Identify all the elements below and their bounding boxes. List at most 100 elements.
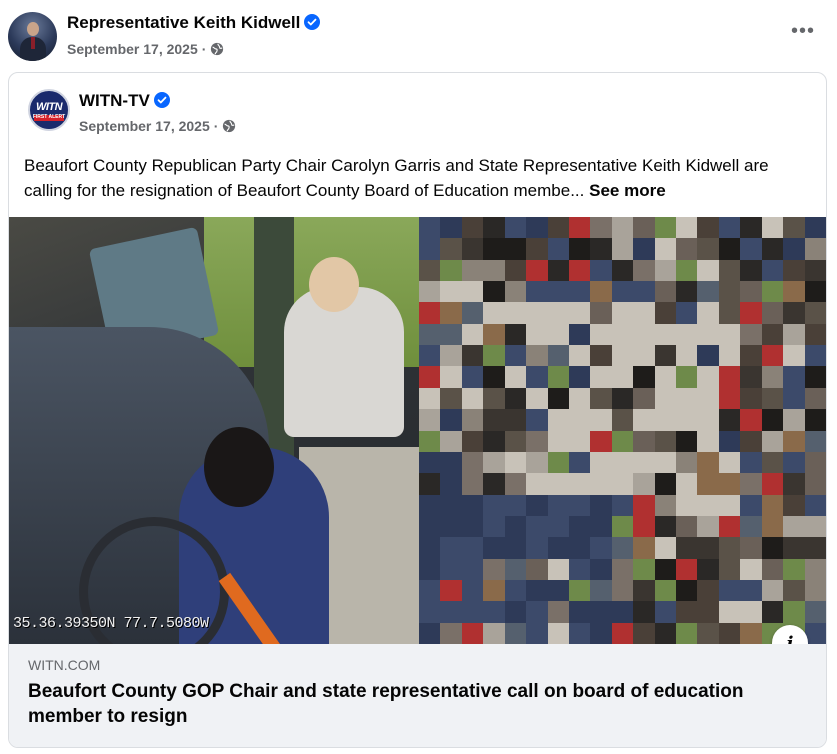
pixel-block bbox=[761, 281, 784, 303]
pixel-block bbox=[761, 537, 784, 559]
pixel-block bbox=[654, 558, 677, 580]
pixel-block bbox=[761, 387, 784, 410]
pixel-block bbox=[461, 601, 484, 623]
pixel-block bbox=[761, 473, 784, 495]
pixel-block bbox=[440, 622, 462, 644]
link-preview-footer[interactable]: WITN.COM Beaufort County GOP Chair and s… bbox=[9, 644, 826, 747]
pixel-block bbox=[654, 601, 677, 623]
pixel-block bbox=[633, 430, 655, 452]
pixel-block bbox=[419, 537, 441, 559]
pixel-block bbox=[783, 387, 805, 410]
pixel-block bbox=[697, 217, 719, 239]
pixel-block bbox=[526, 366, 548, 388]
more-options-icon[interactable]: ••• bbox=[791, 21, 815, 41]
pixel-block bbox=[440, 387, 462, 410]
pixel-block bbox=[718, 473, 741, 495]
pixel-block bbox=[568, 622, 591, 644]
pixel-block bbox=[804, 302, 826, 324]
pixel-block bbox=[761, 451, 784, 474]
post-author-label[interactable]: Representative Keith Kidwell bbox=[67, 13, 300, 32]
pixel-block bbox=[568, 537, 591, 559]
pixel-block bbox=[526, 515, 548, 538]
shared-date[interactable]: September 17, 2025 bbox=[79, 118, 210, 134]
globe-icon[interactable] bbox=[210, 42, 224, 56]
pixel-block bbox=[611, 345, 634, 367]
pixel-block bbox=[440, 494, 462, 516]
pixel-block bbox=[740, 430, 762, 452]
pixel-block bbox=[718, 515, 741, 538]
pixel-block bbox=[504, 259, 527, 282]
pixel-block bbox=[740, 515, 762, 538]
pixel-block bbox=[740, 387, 762, 410]
post-date[interactable]: September 17, 2025 bbox=[67, 41, 198, 57]
pixel-block bbox=[461, 579, 484, 602]
pixel-block bbox=[718, 409, 741, 431]
pixel-block bbox=[654, 494, 677, 516]
pixel-block bbox=[590, 537, 612, 559]
pixel-block bbox=[547, 387, 569, 410]
pixel-block bbox=[783, 601, 805, 623]
globe-icon[interactable] bbox=[222, 119, 236, 133]
pixel-block bbox=[804, 259, 826, 282]
pixel-block bbox=[633, 238, 655, 260]
pixel-block bbox=[419, 302, 441, 324]
pixel-block bbox=[676, 579, 698, 602]
pixel-block bbox=[611, 537, 634, 559]
shared-post-card[interactable]: WITN FIRST ALERT WITN-TV September 17, 2… bbox=[8, 72, 827, 748]
pixel-block bbox=[697, 302, 719, 324]
pixel-block bbox=[526, 281, 548, 303]
pixel-block bbox=[440, 601, 462, 623]
pixel-block bbox=[761, 259, 784, 282]
pixel-block bbox=[740, 366, 762, 388]
avatar-figure-head bbox=[27, 22, 39, 36]
pixel-block bbox=[654, 345, 677, 367]
see-more-link[interactable]: See more bbox=[589, 181, 666, 200]
video-thumbnail[interactable]: 35.36.39350N 77.7.5080W i bbox=[9, 217, 826, 644]
woman-head bbox=[309, 257, 359, 312]
pixel-block bbox=[547, 451, 569, 474]
pixel-block bbox=[676, 537, 698, 559]
pixel-block bbox=[590, 558, 612, 580]
pixel-block bbox=[547, 515, 569, 538]
pixel-block bbox=[761, 323, 784, 346]
pixel-block bbox=[718, 430, 741, 452]
pixel-block bbox=[483, 409, 505, 431]
pixel-block bbox=[611, 238, 634, 260]
pixel-block bbox=[740, 537, 762, 559]
pixel-block bbox=[676, 451, 698, 474]
pixel-block bbox=[804, 473, 826, 495]
post-author-name[interactable]: Representative Keith Kidwell bbox=[67, 13, 321, 33]
pixel-block bbox=[547, 302, 569, 324]
author-avatar[interactable] bbox=[8, 12, 57, 61]
pixel-block bbox=[633, 323, 655, 346]
pixel-block bbox=[654, 302, 677, 324]
pixel-block bbox=[804, 387, 826, 410]
pixel-block bbox=[697, 430, 719, 452]
pixel-block bbox=[611, 409, 634, 431]
pixel-block bbox=[718, 494, 741, 516]
pixel-block bbox=[740, 409, 762, 431]
pixel-block bbox=[740, 238, 762, 260]
pixel-block bbox=[590, 323, 612, 346]
pixel-block bbox=[761, 345, 784, 367]
witn-logo[interactable]: WITN FIRST ALERT bbox=[28, 89, 70, 131]
shared-author-label[interactable]: WITN-TV bbox=[79, 91, 150, 110]
pixel-block bbox=[419, 473, 441, 495]
pixel-block bbox=[461, 259, 484, 282]
pixel-block bbox=[633, 601, 655, 623]
pixel-block bbox=[676, 494, 698, 516]
pixel-block bbox=[568, 494, 591, 516]
pixel-block bbox=[633, 366, 655, 388]
camera-gps-stamp: 35.36.39350N 77.7.5080W bbox=[13, 615, 209, 632]
pixel-block bbox=[504, 217, 527, 239]
pixel-block bbox=[504, 387, 527, 410]
pixel-block bbox=[611, 366, 634, 388]
shared-author-name[interactable]: WITN-TV bbox=[79, 91, 170, 111]
pixel-block bbox=[590, 473, 612, 495]
link-title[interactable]: Beaufort County GOP Chair and state repr… bbox=[28, 679, 813, 729]
pixel-block bbox=[611, 515, 634, 538]
pixel-block bbox=[483, 387, 505, 410]
pixel-block bbox=[526, 579, 548, 602]
pixel-block bbox=[633, 409, 655, 431]
pixel-block bbox=[547, 409, 569, 431]
